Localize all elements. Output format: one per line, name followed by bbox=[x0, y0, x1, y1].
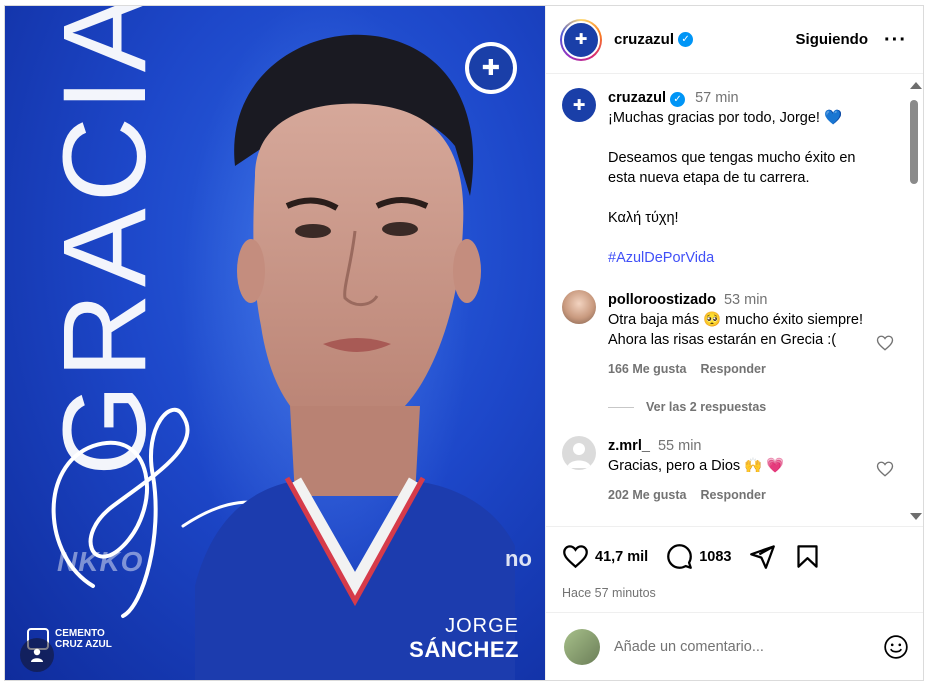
following-button[interactable]: Siguiendo bbox=[796, 31, 869, 48]
comment-username[interactable]: polloroostizado bbox=[608, 292, 716, 308]
view-replies-button[interactable]: Ver las 2 respuestas bbox=[608, 400, 883, 414]
comment-time[interactable]: 53 min bbox=[724, 292, 768, 308]
save-action[interactable] bbox=[794, 543, 821, 570]
like-comment-icon[interactable] bbox=[876, 460, 894, 478]
profile-avatar[interactable]: ✚ bbox=[560, 18, 602, 61]
comment-item: polloroostizado 53 min Otra baja más 🥺 m… bbox=[562, 290, 894, 376]
user-tags-button[interactable] bbox=[20, 638, 54, 672]
comment-time[interactable]: 55 min bbox=[658, 438, 702, 454]
likes-count[interactable]: 41,7 mil bbox=[595, 549, 648, 565]
caption-verified-icon: ✓ bbox=[670, 92, 686, 107]
comment-likes[interactable]: 166 Me gusta bbox=[608, 362, 687, 376]
post-timestamp[interactable]: Hace 57 minutos bbox=[546, 586, 923, 612]
scroll-down-arrow-icon[interactable] bbox=[910, 513, 922, 520]
sponsor-line-1: CEMENTO bbox=[55, 628, 105, 639]
scroll-up-arrow-icon[interactable] bbox=[910, 82, 922, 89]
header-username[interactable]: cruzazul ✓ bbox=[614, 31, 694, 48]
post-side-panel: ✚ cruzazul ✓ Siguiendo ··· ✚ cruzazul ✓ … bbox=[545, 6, 923, 680]
like-comment-icon[interactable] bbox=[876, 334, 894, 352]
comments-scrollbar[interactable] bbox=[907, 74, 922, 526]
view-replies-label[interactable]: Ver las 2 respuestas bbox=[646, 400, 766, 414]
user-icon bbox=[31, 648, 43, 662]
default-avatar-icon bbox=[567, 443, 591, 468]
jersey-sponsor-mark: NKKO bbox=[57, 546, 144, 577]
replies-divider bbox=[608, 406, 634, 408]
comments-area[interactable]: ✚ cruzazul ✓ 57 min ¡Muchas gracias por … bbox=[546, 74, 923, 526]
bookmark-icon[interactable] bbox=[794, 543, 821, 570]
emoji-icon[interactable] bbox=[883, 634, 909, 660]
player-last-name: SÁNCHEZ bbox=[409, 637, 519, 662]
player-first-name: JORGE bbox=[445, 615, 519, 637]
post-header: ✚ cruzazul ✓ Siguiendo ··· bbox=[546, 6, 923, 74]
caption-hashtag[interactable]: #AzulDePorVida bbox=[608, 248, 883, 268]
caption-username[interactable]: cruzazul bbox=[608, 90, 666, 106]
post-dialog: GRACIAS ✚ NKKO no JORGE SÁNCHEZ CEMENTO … bbox=[4, 5, 924, 681]
caption-line-3: Καλή τύχη! bbox=[608, 210, 679, 226]
comment-item: z.mrl_ 55 min Gracias, pero a Dios 🙌 💗 2… bbox=[562, 436, 894, 502]
send-icon[interactable] bbox=[749, 543, 776, 570]
comment-likes[interactable]: 202 Me gusta bbox=[608, 488, 687, 502]
reply-button[interactable]: Responder bbox=[701, 362, 766, 376]
caption-time[interactable]: 57 min bbox=[695, 90, 739, 106]
comment-icon[interactable] bbox=[666, 543, 693, 570]
comments-count[interactable]: 1083 bbox=[699, 549, 731, 565]
comment-action[interactable]: 1083 bbox=[666, 543, 731, 570]
comment-text: Otra baja más 🥺 mucho éxito siempre! Aho… bbox=[608, 312, 863, 348]
comment-username[interactable]: z.mrl_ bbox=[608, 438, 650, 454]
comment-composer: Añade un comentario... bbox=[546, 612, 923, 680]
caption-line-1: ¡Muchas gracias por todo, Jorge! 💙 bbox=[608, 110, 843, 126]
caption: ✚ cruzazul ✓ 57 min ¡Muchas gracias por … bbox=[562, 88, 883, 268]
reply-button[interactable]: Responder bbox=[701, 488, 766, 502]
verified-badge-icon: ✓ bbox=[678, 32, 694, 47]
more-options-icon[interactable]: ··· bbox=[884, 30, 907, 50]
header-username-text[interactable]: cruzazul bbox=[614, 31, 674, 48]
sponsor-line-2: CRUZ AZUL bbox=[55, 639, 112, 650]
player-photo bbox=[195, 34, 515, 680]
post-image[interactable]: GRACIAS ✚ NKKO no JORGE SÁNCHEZ CEMENTO … bbox=[5, 6, 545, 680]
commenter-avatar-default[interactable] bbox=[562, 436, 596, 470]
share-action[interactable] bbox=[749, 543, 776, 570]
current-user-avatar[interactable] bbox=[564, 628, 600, 665]
comment-text: Gracias, pero a Dios 🙌 💗 bbox=[608, 458, 785, 474]
post-actions: 41,7 mil 1083 bbox=[546, 526, 923, 586]
club-crest-logo: ✚ bbox=[465, 42, 517, 94]
commenter-avatar[interactable] bbox=[562, 290, 596, 324]
jersey-sponsor-letters: no bbox=[505, 546, 532, 571]
player-name: JORGE SÁNCHEZ bbox=[409, 616, 519, 661]
like-action[interactable]: 41,7 mil bbox=[562, 543, 648, 570]
heart-icon[interactable] bbox=[562, 543, 589, 570]
add-comment-input[interactable]: Añade un comentario... bbox=[614, 639, 883, 655]
caption-avatar[interactable]: ✚ bbox=[562, 88, 596, 122]
scrollbar-thumb[interactable] bbox=[910, 100, 918, 184]
caption-line-2: Deseamos que tengas mucho éxito en esta … bbox=[608, 150, 856, 186]
